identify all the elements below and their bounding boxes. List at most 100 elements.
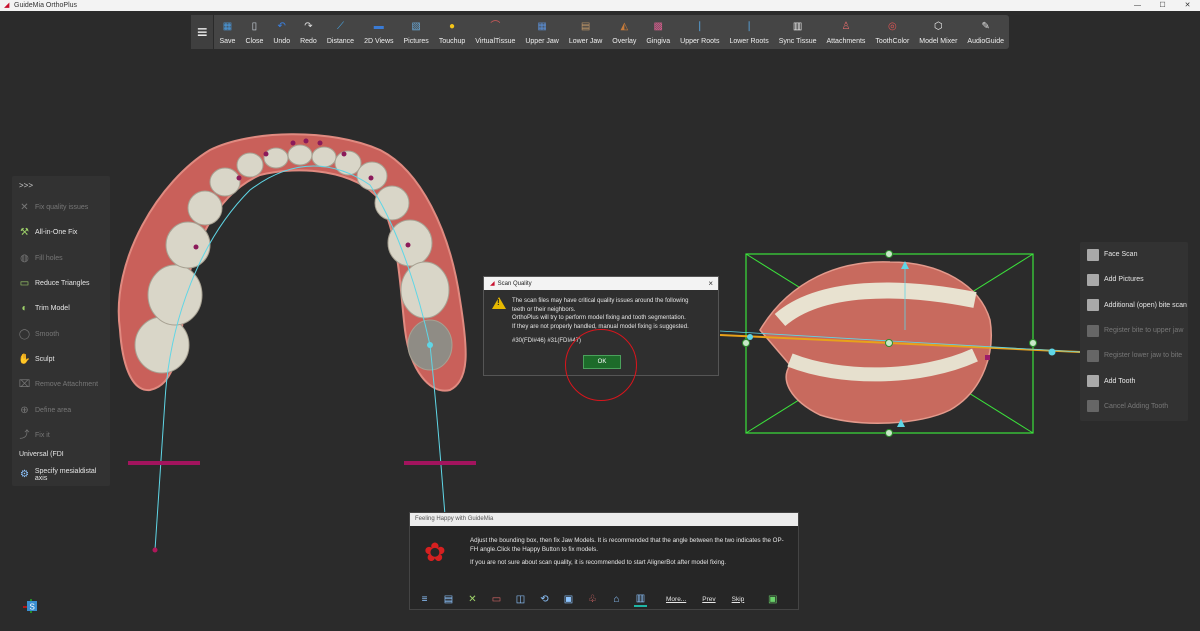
action-register-lower-jaw-to-bite-button[interactable]: Register lower jaw to bite [1080, 343, 1188, 368]
action-label: Register bite to upper jaw [1104, 327, 1184, 335]
tool-label: All-in-One Fix [35, 229, 78, 237]
toolbar-overlay-button[interactable]: ◭ Overlay [607, 15, 641, 49]
pictures-icon: ▧ [411, 21, 421, 32]
toolbar-gingiva-button[interactable]: ▩ Gingiva [641, 15, 675, 49]
action-thumbnail-icon [1087, 299, 1099, 312]
action-face-scan-button[interactable]: Face Scan [1080, 242, 1188, 267]
fill-holes-icon: ◍ [20, 252, 29, 264]
tool-label: Sculpt [35, 355, 55, 363]
tool-label: Reduce Triangles [35, 280, 90, 288]
toolbar-label: Model Mixer [919, 38, 958, 45]
tool-reduce-triangles-button[interactable]: ▭ Reduce Triangles [12, 271, 110, 296]
tooth-step-icon[interactable]: ◫ [514, 593, 527, 606]
left-tools-panel: >>> ✕ Fix quality issues ⚒ All-in-One Fix ◍ F… [12, 176, 110, 486]
toolbar-close-button[interactable]: ▯ Close [240, 15, 268, 49]
action-label: Add Tooth [1104, 377, 1136, 385]
maximize-button[interactable]: ☐ [1150, 0, 1175, 11]
lower-jaw-model[interactable] [117, 133, 476, 553]
toolbar-2d-views-button[interactable]: ▬ 2D Views [359, 15, 398, 49]
tool-sculpt-button[interactable]: ✋ Sculpt [12, 347, 110, 372]
tool-all-in-one-fix-button[interactable]: ⚒ All-in-One Fix [12, 220, 110, 245]
toolbar-label: VirtualTissue [475, 38, 516, 45]
toolbar-distance-button[interactable]: ⟋ Distance [322, 15, 359, 49]
segment-step-icon[interactable]: ⟲ [538, 593, 551, 606]
title-bar: ◢ GuideMia OrthoPlus — ☐ ✕ [0, 0, 1200, 11]
action-thumbnail-icon [1087, 400, 1099, 413]
toolbar-label: Gingiva [646, 38, 671, 45]
app-title: GuideMia OrthoPlus [14, 2, 78, 9]
happy-button-icon[interactable]: ▣ [766, 593, 779, 606]
toolbar-label: Attachments [826, 38, 866, 45]
action-add-pictures-button[interactable]: Add Pictures [1080, 267, 1188, 292]
action-label: Register lower jaw to bite [1104, 352, 1183, 360]
happy-flower-icon[interactable]: ✿ [424, 537, 446, 567]
minimize-button[interactable]: — [1125, 0, 1150, 11]
redo-icon: ↷ [304, 21, 313, 32]
toolbar-label: Sync Tissue [778, 38, 817, 45]
dialog-title-bar: ◢ Scan Quality × [484, 277, 718, 290]
trim-step-icon[interactable]: ▭ [490, 593, 503, 606]
tooth-numbering-select[interactable]: Universal (FDI [12, 448, 110, 462]
toolbar-upper-jaw-button[interactable]: ▦ Upper Jaw [520, 15, 563, 49]
toolbar-label: AudioGuide [967, 38, 1004, 45]
bank-step-icon[interactable]: ⌂ [610, 593, 623, 606]
toolbar-model-mixer-button[interactable]: ⬡ Model Mixer [914, 15, 962, 49]
action-additional-open-bite-scan-button[interactable]: Additional (open) bite scan [1080, 293, 1188, 318]
toolbar-label: Upper Jaw [525, 38, 559, 45]
toolbar-attachments-button[interactable]: ♙ Attachments [822, 15, 871, 49]
teeth-step-icon[interactable]: ▥ [634, 592, 647, 607]
action-add-tooth-button[interactable]: Add Tooth [1080, 368, 1188, 393]
view-step-icon[interactable]: ▣ [562, 593, 575, 606]
toolbar-redo-button[interactable]: ↷ Redo [295, 15, 322, 49]
toolbar-label: Lower Roots [729, 38, 769, 45]
action-thumbnail-icon [1087, 324, 1099, 337]
tool-fix-it-button[interactable]: ⤴ Fix it [12, 423, 110, 448]
toolbar-lower-jaw-button[interactable]: ▤ Lower Jaw [564, 15, 607, 49]
more-link[interactable]: More... [666, 596, 686, 603]
action-cancel-adding-tooth-button[interactable]: Cancel Adding Tooth [1080, 394, 1188, 419]
toolbar-toothcolor-button[interactable]: ◎ ToothColor [870, 15, 914, 49]
fix-it-icon: ⤴ [19, 429, 30, 441]
toolbar-sync-tissue-button[interactable]: ▥ Sync Tissue [774, 15, 822, 49]
ruler-icon: ⟋ [336, 21, 344, 32]
toolbar-label: 2D Views [364, 38, 394, 45]
toolbar-pictures-button[interactable]: ▧ Pictures [399, 15, 434, 49]
tool-label: Define area [35, 406, 72, 414]
happy-line-1: Adjust the bounding box, then fix Jaw Mo… [470, 537, 784, 553]
lower-jaw-icon: ▤ [580, 21, 591, 32]
specify-mesialdistal-axis-label: Specify mesialdistal axis [34, 467, 97, 482]
tool-trim-model-button[interactable]: ◐ Trim Model [12, 296, 110, 321]
hamburger-menu-icon[interactable]: ≡ [191, 15, 215, 49]
toolbar-save-button[interactable]: ▦ Save [214, 15, 240, 49]
close-window-button[interactable]: ✕ [1175, 0, 1200, 11]
tool-fill-holes-button[interactable]: ◍ Fill holes [12, 246, 110, 271]
tool-fix-quality-issues-button[interactable]: ✕ Fix quality issues [12, 195, 110, 220]
menu-step-icon[interactable]: ≡ [418, 593, 431, 606]
toolbar-lower-roots-button[interactable]: ∣ Lower Roots [724, 15, 773, 49]
toolbar-items: ▦ Save ▯ Close ↶ Undo ↷ Redo ⟋ Distance ▬ 2D Views ▧… [214, 15, 1009, 49]
toolbar-touchup-button[interactable]: ● Touchup [434, 15, 470, 49]
prev-link[interactable]: Prev [702, 596, 715, 603]
toolbar-label: Redo [300, 38, 317, 45]
action-register-bite-to-upper-jaw-button[interactable]: Register bite to upper jaw [1080, 318, 1188, 343]
collapse-panel-toggle[interactable]: >>> [12, 176, 110, 195]
highlight-circle [565, 329, 637, 401]
specify-mesialdistal-axis-button[interactable]: ⚙ Specify mesialdistal axis [12, 462, 110, 487]
side-view-model[interactable] [719, 250, 1081, 437]
action-thumbnail-icon [1087, 273, 1099, 286]
attachment-step-icon[interactable]: ♧ [586, 593, 599, 606]
toolbar-audioguide-button[interactable]: ✎ AudioGuide [962, 15, 1009, 49]
save-step-icon[interactable]: ▤ [442, 593, 455, 606]
dialog-close-button[interactable]: × [708, 277, 713, 290]
toolbar-virtualtissue-button[interactable]: ⌒ VirtualTissue [470, 15, 520, 49]
warning-icon: ! [492, 297, 506, 309]
tool-smooth-button[interactable]: ◯ Smooth [12, 321, 110, 346]
toolbar-label: ToothColor [875, 38, 910, 45]
tool-label: Smooth [35, 330, 60, 338]
tool-remove-attachment-button[interactable]: ⌧ Remove Attachment [12, 372, 110, 397]
tools-step-icon[interactable]: ✕ [466, 593, 479, 606]
tool-define-area-button[interactable]: ⊕ Define area [12, 397, 110, 422]
toolbar-undo-button[interactable]: ↶ Undo [268, 15, 295, 49]
toolbar-upper-roots-button[interactable]: ∣ Upper Roots [675, 15, 724, 49]
skip-link[interactable]: Skip [732, 596, 745, 603]
